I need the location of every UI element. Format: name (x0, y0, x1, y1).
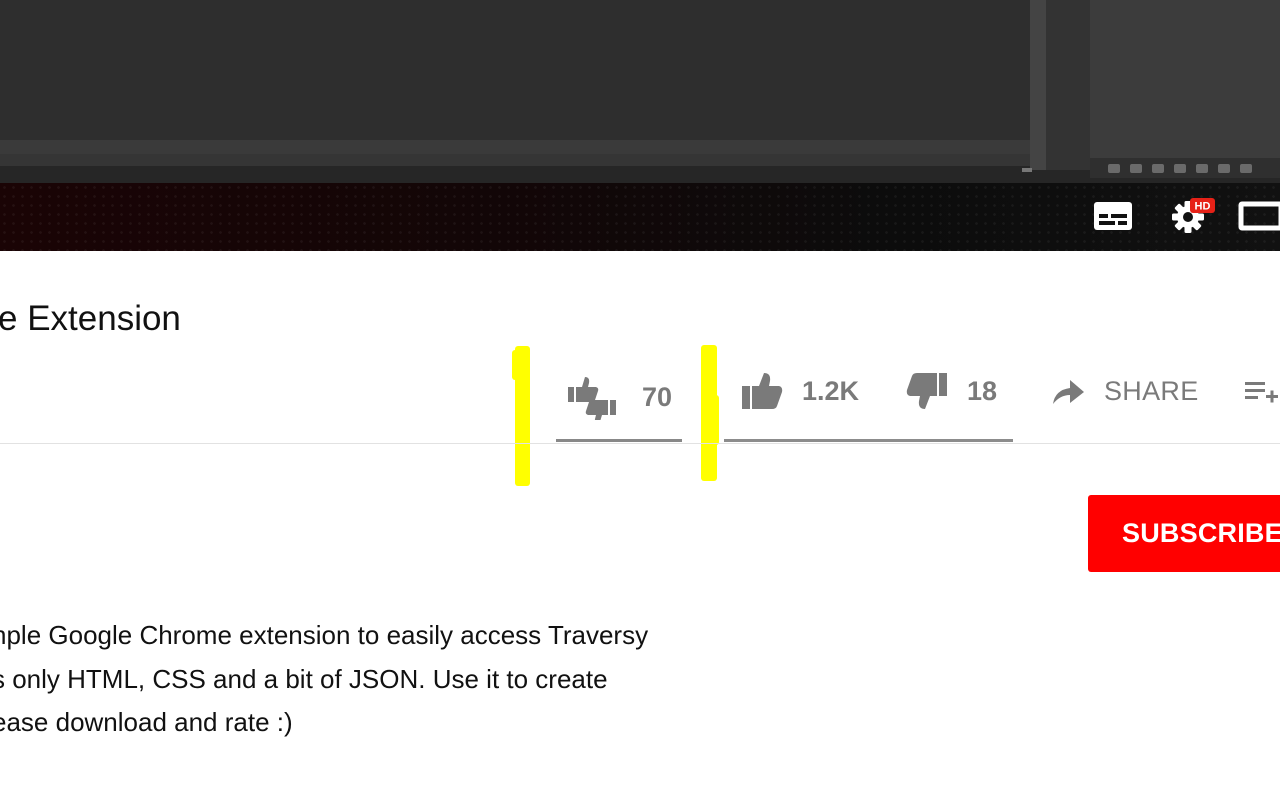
settings-gear-icon[interactable]: HD (1168, 196, 1218, 234)
video-content-strip (0, 140, 1030, 154)
add-to-playlist-button[interactable] (1243, 366, 1280, 416)
video-content-side-panel (1090, 0, 1280, 160)
video-content-scroll-marker (1022, 168, 1032, 172)
tool-icon (1196, 163, 1208, 173)
tool-icon (1152, 163, 1164, 173)
video-content-dark-panel (0, 0, 1030, 140)
share-arrow-icon (1053, 380, 1084, 404)
dislike-count: 18 (967, 375, 998, 406)
tool-icon (1108, 163, 1120, 173)
like-ratio-button[interactable]: 70 (566, 372, 672, 422)
video-content-tool-icons (1108, 160, 1280, 176)
video-content-separator (1030, 0, 1046, 170)
share-button[interactable]: SHARE (1050, 366, 1199, 416)
like-ratio-count: 70 (642, 381, 673, 412)
thumbs-up-down-icon (568, 377, 616, 420)
description-line: s only HTML, CSS and a bit of JSON. Use … (0, 663, 608, 694)
video-title: e Extension (0, 299, 181, 338)
subscribe-button[interactable]: SUBSCRIBE (1088, 495, 1280, 572)
tool-icon (1130, 163, 1142, 173)
player-controls-bar: HD (0, 183, 1280, 251)
video-content-strip (0, 154, 1030, 166)
tool-icon (1240, 163, 1252, 173)
thumb-up-icon (742, 373, 783, 409)
theater-mode-icon[interactable] (1238, 200, 1280, 232)
dislike-button[interactable]: 18 (905, 366, 997, 416)
share-label: SHARE (1104, 375, 1199, 406)
video-content-separator (1046, 0, 1090, 170)
video-description: nple Google Chrome extension to easily a… (0, 614, 752, 745)
subtitles-icon[interactable] (1093, 200, 1133, 232)
yellow-highlight-mark (512, 350, 520, 380)
like-ratio-underline (556, 439, 682, 442)
svg-text:HD: HD (1195, 201, 1211, 213)
youtube-watch-page: HD e Extension 70 1.2K 18 SHARE SUBSCRIB… (0, 0, 1280, 800)
tool-icon (1218, 163, 1230, 173)
video-player-screen[interactable] (0, 0, 1280, 183)
description-line: ease download and rate :) (0, 707, 293, 737)
action-row-divider (0, 443, 1280, 444)
thumb-down-icon (906, 373, 947, 409)
sentiment-bar (724, 439, 1013, 442)
description-line: nple Google Chrome extension to easily a… (0, 620, 649, 650)
yellow-highlight-mark (706, 395, 719, 445)
tool-icon (1174, 163, 1186, 173)
like-button[interactable]: 1.2K (740, 366, 859, 416)
like-count: 1.2K (802, 375, 860, 406)
add-to-playlist-icon (1245, 382, 1278, 403)
